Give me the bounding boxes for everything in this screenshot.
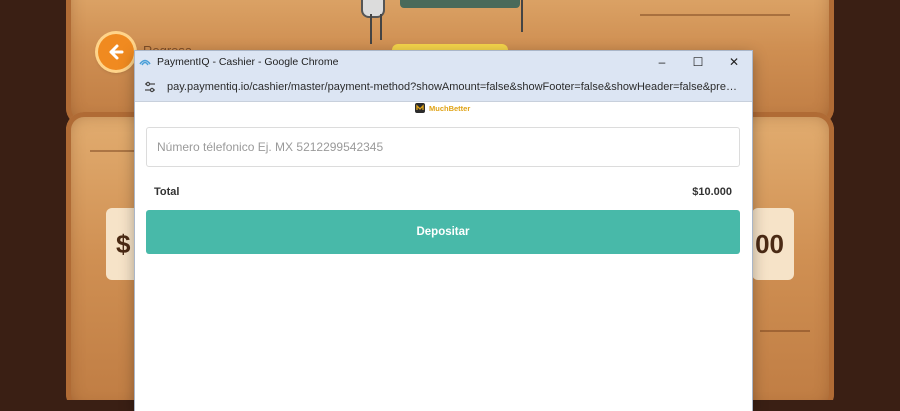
window-title: PaymentIQ - Cashier - Google Chrome — [157, 56, 339, 68]
amount-text-right: 00 — [755, 228, 784, 259]
amount-card-right: 00 — [752, 208, 794, 280]
rope-decoration — [521, 0, 523, 32]
site-settings-icon[interactable] — [143, 80, 157, 94]
total-amount: $10.000 — [692, 186, 732, 198]
rope-decoration — [380, 14, 382, 40]
window-controls: – ☐ ✕ — [644, 51, 752, 73]
arrow-left-icon — [109, 44, 124, 60]
wood-grain — [640, 14, 790, 16]
provider-logo: MuchBetter — [414, 101, 470, 115]
provider-name: MuchBetter — [429, 103, 471, 113]
muchbetter-logo-icon — [415, 103, 425, 113]
window-titlebar[interactable]: PaymentIQ - Cashier - Google Chrome – ☐ … — [135, 51, 752, 73]
url-text[interactable]: pay.paymentiq.io/cashier/master/payment-… — [167, 81, 737, 93]
address-bar[interactable]: pay.paymentiq.io/cashier/master/payment-… — [135, 73, 752, 102]
deposit-button[interactable]: Depositar — [146, 210, 740, 254]
close-button[interactable]: ✕ — [716, 51, 752, 73]
phone-number-input[interactable] — [146, 127, 740, 167]
paymentiq-favicon-icon — [139, 56, 151, 68]
minimize-button[interactable]: – — [644, 51, 680, 73]
rope-decoration — [370, 14, 372, 44]
browser-popup-window: PaymentIQ - Cashier - Google Chrome – ☐ … — [135, 51, 752, 411]
maximize-button[interactable]: ☐ — [680, 51, 716, 73]
total-label: Total — [154, 186, 180, 198]
back-button[interactable] — [98, 34, 134, 70]
header-decoration — [400, 0, 520, 8]
wood-grain — [760, 330, 810, 332]
cashier-content: MuchBetter Total $10.000 Depositar — [135, 102, 752, 410]
amount-text-left: $ — [116, 228, 131, 259]
